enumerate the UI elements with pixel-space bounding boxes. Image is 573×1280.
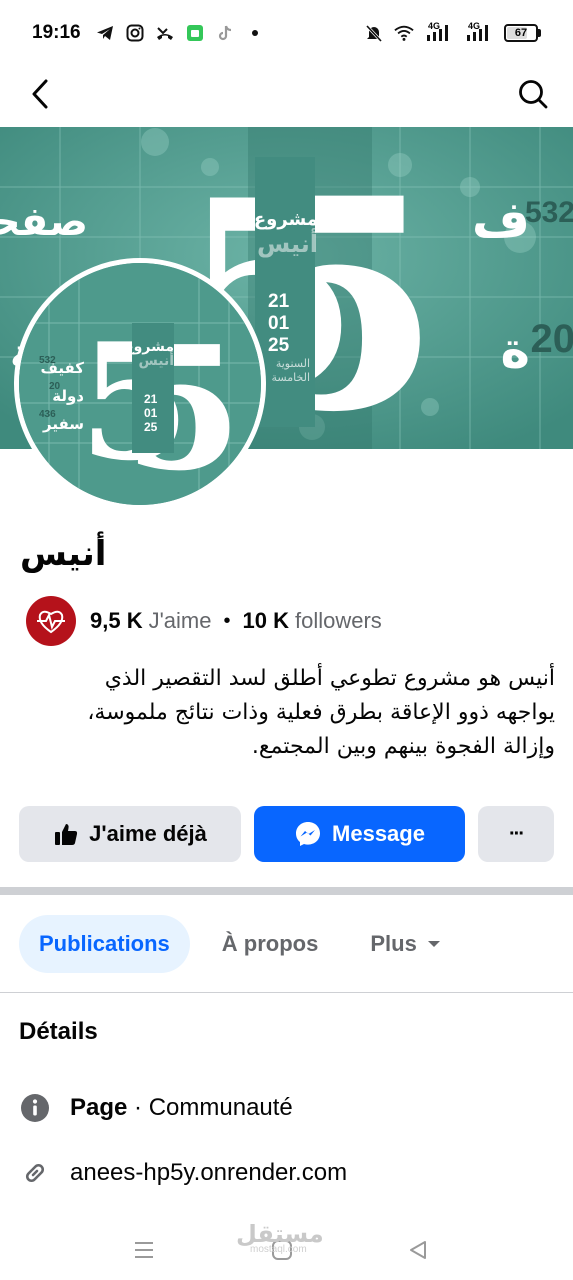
details-heading: Détails [19,1018,98,1045]
cover-title-word: مشروع [254,209,318,230]
cover-date-year: 25 [268,335,290,356]
likes-label[interactable]: J'aime [149,608,212,634]
tab-publications[interactable]: Publications [19,915,190,973]
recent-apps-button[interactable] [126,1232,162,1268]
cover-right-number-1: 532 [525,196,573,229]
watermark-sub: mostaql.com [250,1244,307,1255]
section-divider [0,887,573,895]
triangle-back-icon [410,1241,426,1259]
stats-separator: • [223,609,231,632]
info-icon [19,1092,51,1124]
battery-body: 67 [504,24,538,42]
status-system-icons: 4G 4G 67 [364,20,541,43]
profile-artwork: 5 5 مشروع أنيس 21 01 25 كفيف دولة سفير 5… [19,263,261,505]
avatar[interactable] [26,596,76,646]
page-stats: 9,5 K J'aime • 10 K followers [26,596,382,646]
profile-stat-number-2: 20 [49,381,61,392]
cover-date-month: 01 [268,313,290,334]
wifi-icon [394,23,414,43]
like-button[interactable]: J'aime déjà [19,806,241,862]
followers-label[interactable]: followers [295,608,382,634]
likes-count[interactable]: 9,5 K [90,608,143,634]
tab-label: Plus [370,931,417,956]
link-icon [19,1157,51,1189]
cover-title-name: أنيس [257,228,318,258]
profile-date-year: 25 [144,420,158,434]
messenger-icon [294,820,322,848]
profile-stat-number-3: 436 [39,409,56,420]
telegram-icon [95,23,115,43]
cover-caption-1: السنوية [276,357,310,370]
tiktok-icon [215,23,235,43]
tabs-divider [0,992,573,993]
missed-call-icon [155,23,175,43]
page-category: · Communauté [127,1094,293,1121]
action-buttons: J'aime déjà Message ··· [19,806,554,862]
back-nav-button[interactable] [400,1232,436,1268]
thumbs-up-icon [53,821,79,847]
profile-picture[interactable]: 5 5 مشروع أنيس 21 01 25 كفيف دولة سفير 5… [14,258,266,510]
cover-right-word-2: ة [500,321,530,379]
bio-line: يواجهه ذوو الإعاقة بطرق فعلية وذات نتائج… [87,700,555,725]
page-tabs: Publications À propos Plus [19,915,461,973]
cover-right-word-1: ف [472,191,530,249]
caret-down-icon [427,939,441,949]
top-nav [0,66,573,126]
menu-lines-icon [135,1242,153,1258]
tab-label: À propos [221,931,319,956]
back-button[interactable] [22,76,58,112]
profile-stat-number-1: 532 [39,355,56,366]
battery-level: 67 [514,27,528,39]
message-button[interactable]: Message [254,806,465,862]
tab-about[interactable]: À propos [202,915,339,973]
tab-more[interactable]: Plus [350,915,460,973]
signal-4g-icon: 4G [424,20,454,43]
page-type-strong: Page [70,1094,128,1121]
cover-left-word-1: صفحة [0,199,88,245]
status-time: 19:16 [32,22,81,43]
mute-icon [364,23,384,43]
more-options-button[interactable]: ··· [478,806,554,862]
net-type-label: 4G [467,20,480,31]
dot-icon [245,23,265,43]
message-button-label: Message [332,821,425,846]
tab-label: Publications [39,931,170,956]
detail-page-type: Page · Communauté [19,1092,293,1124]
cover-right-number-2: 20 [531,317,573,361]
android-app-icon [185,23,205,43]
status-notification-icons [95,23,265,43]
instagram-icon [125,23,145,43]
page-title: أنيس [20,534,107,574]
status-bar: 19:16 4G 4G 67 [0,0,573,66]
page-bio: أنيس هو مشروع تطوعي أطلق لسد التقصير الذ… [20,662,555,764]
followers-count[interactable]: 10 K [243,608,289,634]
like-button-label: J'aime déjà [89,821,207,846]
cover-date-day: 21 [268,291,290,312]
search-icon [519,80,548,109]
search-button[interactable] [515,76,551,112]
bio-line: وإزالة الفجوة بينهم وبين المجتمع. [251,734,555,759]
detail-website[interactable]: anees-hp5y.onrender.com [19,1157,347,1189]
chevron-left-icon [32,79,48,109]
bio-line: أنيس هو مشروع تطوعي أطلق لسد التقصير الذ… [104,666,555,691]
website-link[interactable]: anees-hp5y.onrender.com [70,1159,347,1187]
cover-caption-2: الخامسة [272,371,310,384]
net-type-label: 4G [427,20,440,31]
more-icon: ··· [509,822,525,845]
profile-date-month: 01 [144,406,158,420]
signal-4g-icon: 4G [464,20,494,43]
profile-title-name: أنيس [138,351,174,369]
heartbeat-logo-icon [37,610,65,634]
profile-date-day: 21 [144,392,158,406]
battery-indicator: 67 [504,24,541,42]
